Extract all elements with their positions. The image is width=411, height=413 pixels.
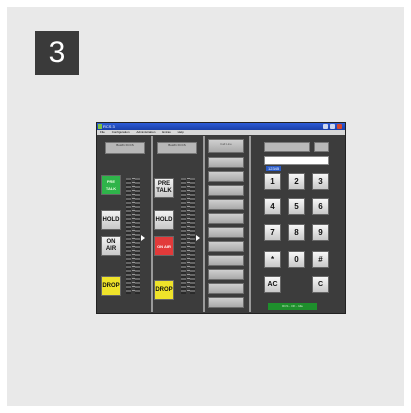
channel-2-drop-label: DROP xyxy=(155,286,173,293)
dial-key-4[interactable]: 4 xyxy=(264,198,281,215)
dial-key-0[interactable]: 0 xyxy=(288,251,305,268)
channel-2-pretalk-label: PRE TALK xyxy=(156,181,172,194)
number-input-value: 12345 xyxy=(266,166,282,171)
channel-1-hold-button[interactable]: HOLD xyxy=(101,210,121,230)
channel-2-onair-button[interactable]: ON AIR xyxy=(154,236,174,256)
speed-dial-slot[interactable] xyxy=(208,269,244,280)
channel-1-line-button[interactable]: Bus#1 FCCS xyxy=(105,142,145,154)
dialpad-separator xyxy=(249,136,251,312)
speed-dial-slot[interactable] xyxy=(208,283,244,294)
channel-1-onair-label: ON AIR xyxy=(105,239,117,252)
close-icon[interactable] xyxy=(337,124,342,129)
channel-2-line-label: Bus#1 FCCS xyxy=(168,143,186,147)
channel-2-pretalk-button[interactable]: PRE TALK xyxy=(154,178,174,198)
channel-1-drop-label: DROP xyxy=(102,282,120,289)
dial-key-hash[interactable]: # xyxy=(312,251,329,268)
app-window: RCS 3 File Configuration Administration … xyxy=(96,122,346,314)
dial-key-8[interactable]: 8 xyxy=(288,224,305,241)
channel-1-pretalk-label: PRE TALK xyxy=(105,179,117,191)
dialpad-top-bar[interactable] xyxy=(264,142,310,152)
menu-file[interactable]: File xyxy=(100,130,105,134)
speed-dial-slot[interactable] xyxy=(208,171,244,182)
dial-key-star[interactable]: * xyxy=(264,251,281,268)
speed-dial-slot[interactable] xyxy=(208,157,244,168)
title-bar: RCS 3 xyxy=(97,123,345,130)
speed-dial-header-button[interactable]: Call Line xyxy=(208,139,244,153)
channel-2-line-button[interactable]: Bus#1 FCCS xyxy=(157,142,197,154)
app-icon xyxy=(98,124,102,129)
speed-dial-header-label: Call Line xyxy=(220,142,232,146)
channel-2-drop-button[interactable]: DROP xyxy=(154,280,174,300)
channel-2-level-meter-right xyxy=(190,178,195,294)
channel-1-pretalk-button[interactable]: PRE TALK xyxy=(101,175,121,195)
menu-extras[interactable]: Extras xyxy=(162,130,171,134)
channel-2-level-meter-left xyxy=(181,178,186,294)
window-title: RCS 3 xyxy=(103,124,115,129)
ac-button[interactable]: AC xyxy=(264,276,281,293)
speed-dial-slot[interactable] xyxy=(208,213,244,224)
channel-1-level-meter-right xyxy=(135,178,140,294)
number-input[interactable]: 12345 xyxy=(264,156,329,171)
speed-dial-slot[interactable] xyxy=(208,297,244,308)
dialpad-top-button[interactable] xyxy=(314,142,329,152)
channel-2-hold-button[interactable]: HOLD xyxy=(154,210,174,230)
menu-configuration[interactable]: Configuration xyxy=(112,130,130,134)
speed-dial-slot[interactable] xyxy=(208,241,244,252)
speed-dial-slot[interactable] xyxy=(208,227,244,238)
channel-1-level-arrow-icon[interactable] xyxy=(141,235,145,241)
dial-key-6[interactable]: 6 xyxy=(312,198,329,215)
menu-administration[interactable]: Administration xyxy=(136,130,155,134)
speed-dial-slot[interactable] xyxy=(208,185,244,196)
channel-2-onair-label: ON AIR xyxy=(157,243,171,249)
menu-help[interactable]: Help xyxy=(178,130,184,134)
channel-1-level-meter-left xyxy=(126,178,131,294)
channel-1-hold-label: HOLD xyxy=(102,216,120,223)
minimize-icon[interactable] xyxy=(323,124,328,129)
instruction-card: 3 RCS 3 File Configuration Administratio… xyxy=(7,7,404,406)
status-indicator: RCS - OK - Idle xyxy=(268,303,317,310)
dial-key-2[interactable]: 2 xyxy=(288,173,305,190)
channel-separator-2 xyxy=(203,136,205,312)
dial-key-5[interactable]: 5 xyxy=(288,198,305,215)
step-badge: 3 xyxy=(35,31,79,75)
speed-dial-slot[interactable] xyxy=(208,255,244,266)
dial-key-9[interactable]: 9 xyxy=(312,224,329,241)
clear-button[interactable]: C xyxy=(312,276,329,293)
channel-1-drop-button[interactable]: DROP xyxy=(101,276,121,296)
maximize-icon[interactable] xyxy=(330,124,335,129)
dial-key-3[interactable]: 3 xyxy=(312,173,329,190)
speed-dial-slot[interactable] xyxy=(208,199,244,210)
channel-2-level-arrow-icon[interactable] xyxy=(196,235,200,241)
channel-1-line-label: Bus#1 FCCS xyxy=(116,143,134,147)
dial-key-1[interactable]: 1 xyxy=(264,173,281,190)
channel-separator-1 xyxy=(151,136,153,312)
menu-bar: File Configuration Administration Extras… xyxy=(97,130,345,135)
dial-key-7[interactable]: 7 xyxy=(264,224,281,241)
channel-2-hold-label: HOLD xyxy=(155,216,173,223)
channel-1-onair-button[interactable]: ON AIR xyxy=(101,236,121,256)
